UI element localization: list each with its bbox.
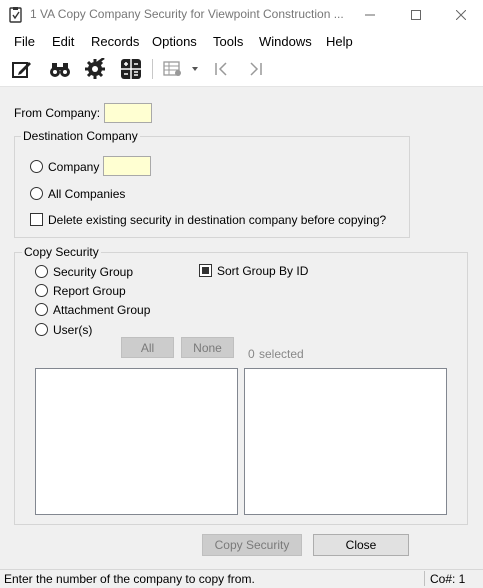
grid-settings-dropdown[interactable] <box>187 57 203 81</box>
edit-form-button[interactable] <box>9 57 35 81</box>
selected-label: selected <box>259 347 304 361</box>
selected-count: 0 <box>248 347 255 361</box>
copy-security-button[interactable]: Copy Security <box>202 534 302 556</box>
dropdown-arrow-icon <box>192 67 198 71</box>
select-none-button[interactable]: None <box>181 337 234 358</box>
window-title: 1 VA Copy Company Security for Viewpoint… <box>30 7 344 21</box>
menu-options[interactable]: Options <box>152 34 197 49</box>
company-radio[interactable] <box>30 160 43 173</box>
delete-existing-checkbox[interactable] <box>30 213 43 226</box>
last-record-button[interactable] <box>243 57 269 81</box>
security-group-label: Security Group <box>53 265 134 279</box>
grid-settings-icon <box>163 61 181 76</box>
destination-company-input[interactable] <box>103 156 151 176</box>
menu-tools[interactable]: Tools <box>213 34 243 49</box>
all-companies-radio[interactable] <box>30 187 43 200</box>
grid-settings-button[interactable] <box>160 57 186 81</box>
status-separator <box>424 571 425 586</box>
gear-check-icon <box>85 58 105 79</box>
from-company-input[interactable] <box>104 103 152 123</box>
all-companies-label: All Companies <box>48 187 126 201</box>
menu-file[interactable]: File <box>14 34 35 49</box>
edit-form-icon <box>12 62 31 78</box>
delete-existing-label: Delete existing security in destination … <box>48 213 387 227</box>
report-group-label: Report Group <box>53 284 126 298</box>
copy-security-title: Copy Security <box>22 245 101 259</box>
menu-help[interactable]: Help <box>326 34 353 49</box>
minimize-icon <box>365 14 375 16</box>
select-all-button[interactable]: All <box>121 337 174 358</box>
users-radio[interactable] <box>35 323 48 336</box>
selected-items-list[interactable] <box>244 368 447 515</box>
calculator-icon <box>121 59 141 79</box>
first-record-icon <box>215 62 227 76</box>
app-icon <box>9 7 23 23</box>
sort-group-by-id-checkbox[interactable] <box>199 264 212 277</box>
sort-group-by-id-label: Sort Group By ID <box>217 264 309 278</box>
close-icon <box>456 10 466 20</box>
menu-windows[interactable]: Windows <box>259 34 312 49</box>
calculator-button[interactable] <box>118 57 144 81</box>
available-items-list[interactable] <box>35 368 238 515</box>
status-company: Co#: 1 <box>430 572 466 586</box>
close-window-button[interactable] <box>438 0 483 30</box>
close-button[interactable]: Close <box>313 534 409 556</box>
toolbar-separator <box>152 59 153 79</box>
settings-button[interactable] <box>82 57 108 81</box>
minimize-button[interactable] <box>347 0 393 30</box>
first-record-button[interactable] <box>208 57 234 81</box>
binoculars-icon <box>50 63 70 77</box>
menu-records[interactable]: Records <box>91 34 139 49</box>
from-company-label: From Company: <box>14 106 101 120</box>
attachment-group-label: Attachment Group <box>53 303 151 317</box>
security-group-radio[interactable] <box>35 265 48 278</box>
report-group-radio[interactable] <box>35 284 48 297</box>
status-message: Enter the number of the company to copy … <box>4 572 255 586</box>
company-radio-label: Company <box>48 160 100 174</box>
maximize-icon <box>411 10 421 20</box>
attachment-group-radio[interactable] <box>35 303 48 316</box>
last-record-icon <box>250 62 262 76</box>
destination-company-title: Destination Company <box>21 129 140 143</box>
users-label: User(s) <box>53 323 93 337</box>
find-button[interactable] <box>47 57 73 81</box>
menu-edit[interactable]: Edit <box>52 34 74 49</box>
maximize-button[interactable] <box>393 0 439 30</box>
